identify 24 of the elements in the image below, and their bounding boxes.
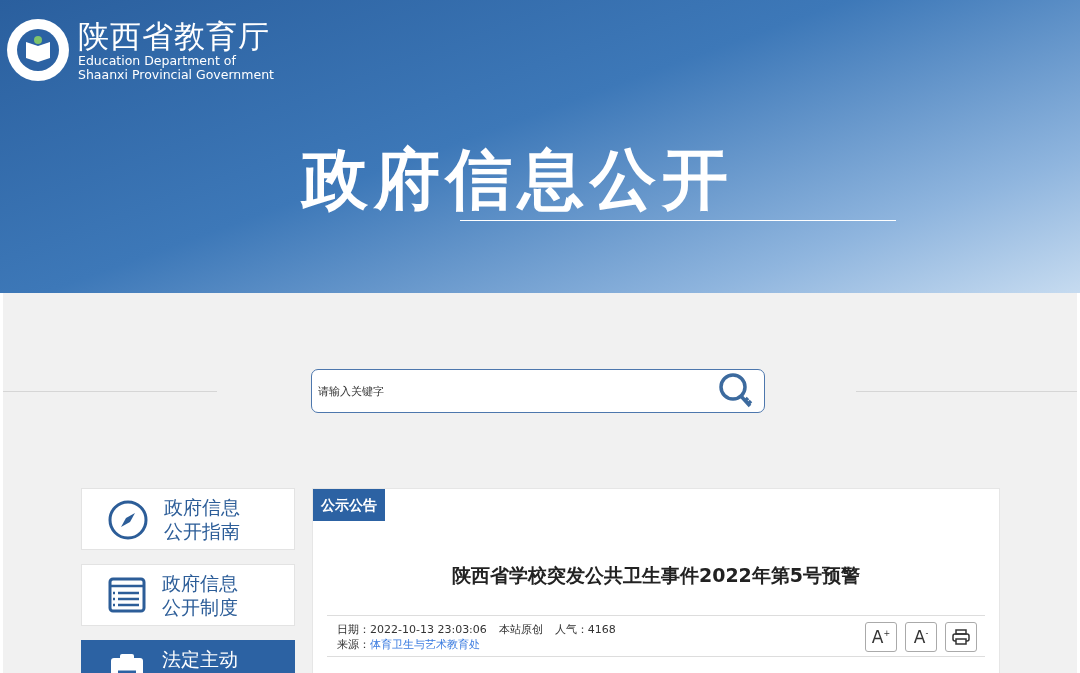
emblem-logo: [6, 18, 70, 82]
sidebar-item[interactable]: 法定主动: [81, 640, 295, 673]
origin-text: 本站原创: [498, 622, 543, 637]
search-field[interactable]: 请输入关键字: [311, 369, 765, 413]
sidebar-item[interactable]: 政府信息 公开指南: [81, 488, 295, 550]
print-button[interactable]: [945, 622, 977, 652]
site-title: 陕西省教育厅: [78, 18, 271, 54]
date-text: 日期：2022-10-13 23:03:06: [337, 622, 487, 637]
site-subtitle: Shaanxi Provincial Government: [78, 68, 274, 82]
clipboard-icon: [108, 652, 146, 673]
sidebar-item[interactable]: 政府信息 公开制度: [81, 564, 295, 626]
font-size-button[interactable]: A$^{+}$: [865, 622, 897, 652]
compass-icon: [108, 500, 148, 540]
search-icon[interactable]: [717, 372, 754, 410]
source-text: 来源：体育卫生与艺术教育处: [337, 637, 480, 652]
article-title: 陕西省学校突发公共卫生事件2022年第5号预警: [450, 563, 862, 588]
printer-icon: [952, 629, 970, 645]
list-icon: [108, 576, 146, 614]
views-text: 人气：4168: [554, 622, 616, 637]
site-subtitle: Education Department of: [78, 54, 237, 68]
page-title: 政府信息公开: [302, 140, 734, 220]
font-size-button[interactable]: A$^{-}$: [905, 622, 937, 652]
source-link[interactable]: 体育卫生与艺术教育处: [370, 638, 480, 651]
section-tab[interactable]: 公示公告: [313, 489, 385, 521]
